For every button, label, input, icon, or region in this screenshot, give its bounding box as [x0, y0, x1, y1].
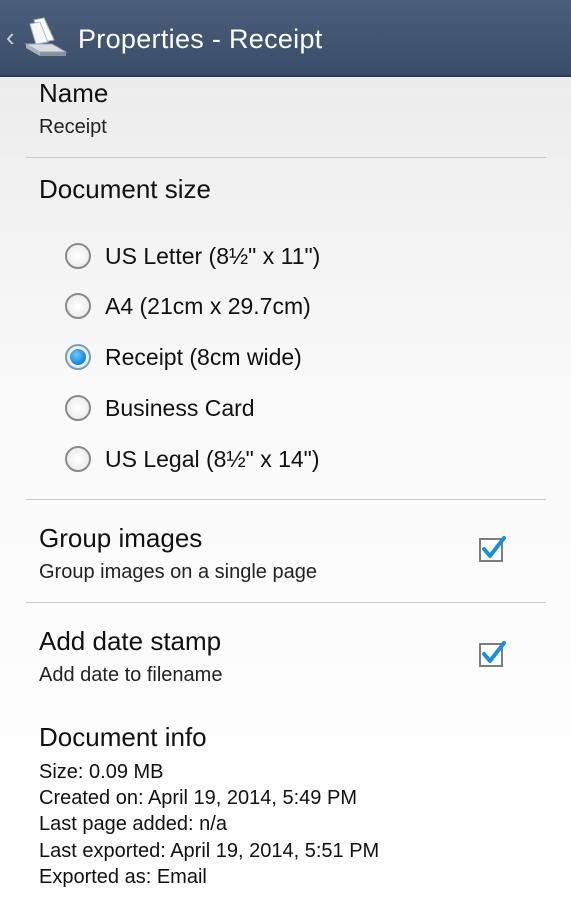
chevron-left-icon[interactable]: ‹ [6, 22, 15, 52]
name-value[interactable]: Receipt [39, 114, 107, 140]
group-images-checkbox[interactable] [478, 535, 506, 563]
document-size-label: Document size [39, 174, 211, 204]
info-last-page-added: Last page added: n/a [39, 813, 227, 835]
action-bar: ‹ Properties - Receipt [0, 0, 571, 77]
radio-label: Business Card [105, 395, 255, 421]
radio-button[interactable] [65, 446, 91, 472]
divider [26, 602, 546, 603]
info-size: Size: 0.09 MB [39, 761, 164, 783]
radio-button[interactable] [65, 293, 91, 319]
info-created: Created on: April 19, 2014, 5:49 PM [39, 787, 357, 809]
name-label: Name [39, 78, 109, 108]
page-title: Properties - Receipt [78, 24, 323, 54]
radio-option-business-card[interactable]: Business Card [60, 388, 460, 432]
date-stamp-checkbox[interactable] [478, 640, 506, 668]
scanner-icon[interactable] [20, 14, 70, 60]
divider [26, 157, 546, 158]
date-stamp-label: Add date stamp [39, 626, 222, 656]
date-stamp-description: Add date to filename [39, 664, 223, 686]
group-images-description: Group images on a single page [39, 561, 317, 583]
radio-option-receipt[interactable]: Receipt (8cm wide) [60, 337, 460, 381]
radio-label: US Legal (8½" x 14") [105, 446, 320, 472]
info-last-exported: Last exported: April 19, 2014, 5:51 PM [39, 840, 380, 862]
group-images-label: Group images [39, 523, 203, 553]
radio-button[interactable] [65, 395, 91, 421]
radio-label: Receipt (8cm wide) [105, 344, 302, 370]
radio-option-us-legal[interactable]: US Legal (8½" x 14") [60, 439, 460, 483]
radio-label: A4 (21cm x 29.7cm) [105, 293, 311, 319]
document-info-label: Document info [39, 722, 207, 752]
radio-button-selected[interactable] [65, 344, 91, 370]
info-exported-as: Exported as: Email [39, 866, 207, 888]
radio-option-us-letter[interactable]: US Letter (8½" x 11") [60, 236, 460, 280]
radio-button[interactable] [65, 243, 91, 269]
divider [26, 499, 546, 500]
radio-option-a4[interactable]: A4 (21cm x 29.7cm) [60, 286, 460, 330]
radio-label: US Letter (8½" x 11") [105, 243, 321, 269]
